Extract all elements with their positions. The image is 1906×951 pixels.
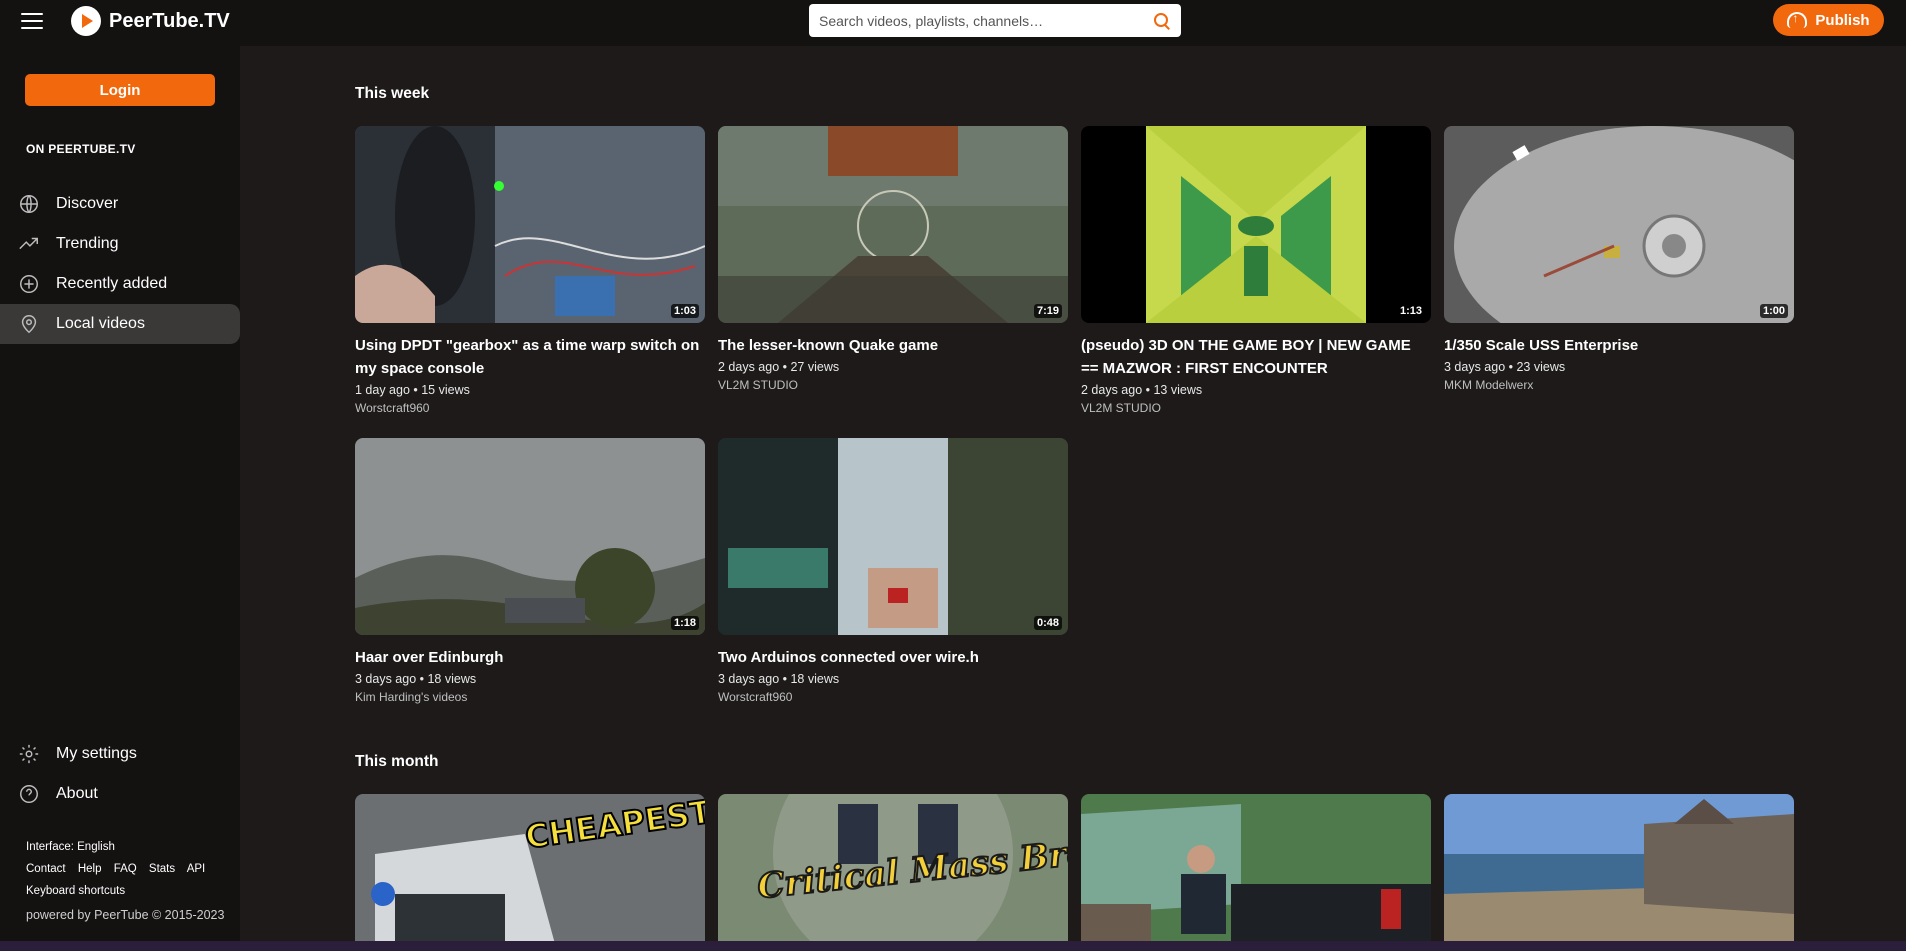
video-channel[interactable]: VL2M STUDIO xyxy=(1081,401,1431,415)
video-thumbnail[interactable]: 7:19 xyxy=(718,126,1068,323)
video-channel[interactable]: Worstcraft960 xyxy=(718,690,1068,704)
section-title-this-week: This week xyxy=(355,85,430,102)
sidebar-item-label: About xyxy=(56,785,98,802)
video-thumbnail[interactable]: 1:00 xyxy=(1444,126,1794,323)
site-name: PeerTube.TV xyxy=(109,9,230,32)
video-thumbnail[interactable]: CHEAPEST HOME BACKUP? xyxy=(355,794,705,941)
video-meta: 2 days ago • 27 views xyxy=(718,360,840,374)
video-duration: 1:13 xyxy=(1396,304,1425,318)
publish-button[interactable]: Publish xyxy=(1773,4,1884,36)
menu-icon[interactable] xyxy=(21,13,43,31)
footer-link-faq[interactable]: FAQ xyxy=(114,863,137,875)
video-card: 0:48 Two Arduinos connected over wire.h … xyxy=(718,438,1068,704)
video-thumbnail[interactable]: 1:03 xyxy=(355,126,705,323)
sidebar-item-recently-added[interactable]: Recently added xyxy=(0,264,240,304)
sidebar-footer: Interface: English Contact Help FAQ Stat… xyxy=(26,836,224,926)
sidebar-item-trending[interactable]: Trending xyxy=(0,224,240,264)
video-duration: 1:03 xyxy=(670,304,699,318)
section-title-this-month: This month xyxy=(355,753,439,770)
video-title[interactable]: Haar over Edinburgh xyxy=(355,646,705,669)
video-thumbnail[interactable]: 0:48 xyxy=(718,438,1068,635)
video-thumbnail[interactable]: 1:18 xyxy=(355,438,705,635)
video-card: 1:18 Haar over Edinburgh 3 days ago • 18… xyxy=(355,438,705,704)
search-box xyxy=(809,4,1181,37)
video-channel[interactable]: MKM Modelwerx xyxy=(1444,378,1794,392)
video-thumbnail[interactable] xyxy=(1444,794,1794,941)
video-thumbnail[interactable]: 1:13 xyxy=(1081,126,1431,323)
globe-icon xyxy=(18,193,40,215)
footer-link-api[interactable]: API xyxy=(187,863,206,875)
video-duration: 0:48 xyxy=(1033,616,1062,630)
footer-link-stats[interactable]: Stats xyxy=(149,863,175,875)
video-card: 1:13 (pseudo) 3D ON THE GAME BOY | NEW G… xyxy=(1081,126,1431,415)
login-button[interactable]: Login xyxy=(25,74,215,106)
video-meta: 3 days ago • 23 views xyxy=(1444,360,1566,374)
sidebar-item-my-settings[interactable]: My settings xyxy=(0,734,240,774)
video-card: 7:19 The lesser-known Quake game 2 days … xyxy=(718,126,1068,392)
video-thumbnail[interactable] xyxy=(1081,794,1431,941)
sidebar: Login ON PEERTUBE.TV Discover Trending R… xyxy=(0,46,240,941)
keyboard-shortcuts-link[interactable]: Keyboard shortcuts xyxy=(26,880,224,902)
video-channel[interactable]: VL2M STUDIO xyxy=(718,378,1068,392)
video-duration: 1:18 xyxy=(670,616,699,630)
video-title[interactable]: The lesser-known Quake game xyxy=(718,334,1068,357)
interface-language[interactable]: Interface: English xyxy=(26,836,224,858)
video-channel[interactable]: Worstcraft960 xyxy=(355,401,705,415)
footer-link-help[interactable]: Help xyxy=(78,863,102,875)
video-card: 1:00 1/350 Scale USS Enterprise 3 days a… xyxy=(1444,126,1794,392)
sidebar-item-local-videos[interactable]: Local videos xyxy=(0,304,240,344)
peertube-logo-icon xyxy=(71,6,101,36)
video-title[interactable]: Two Arduinos connected over wire.h xyxy=(718,646,1068,669)
sidebar-item-discover[interactable]: Discover xyxy=(0,184,240,224)
sidebar-section-heading: ON PEERTUBE.TV xyxy=(26,142,136,156)
video-card: Critical Mass Bremen xyxy=(718,794,1068,941)
video-card xyxy=(1081,794,1431,941)
os-taskbar xyxy=(0,941,1906,951)
powered-by: powered by PeerTube © 2015-2023 xyxy=(26,908,225,922)
video-card: CHEAPEST HOME BACKUP? xyxy=(355,794,705,941)
video-title[interactable]: Using DPDT "gearbox" as a time warp swit… xyxy=(355,334,705,380)
video-meta: 3 days ago • 18 views xyxy=(718,672,840,686)
publish-label: Publish xyxy=(1815,11,1870,29)
video-card: 1:03 Using DPDT "gearbox" as a time warp… xyxy=(355,126,705,415)
video-channel[interactable]: Kim Harding's videos xyxy=(355,690,705,704)
footer-link-contact[interactable]: Contact xyxy=(26,863,66,875)
gear-icon xyxy=(18,743,40,765)
sidebar-item-about[interactable]: About xyxy=(0,774,240,814)
video-title[interactable]: 1/350 Scale USS Enterprise xyxy=(1444,334,1794,357)
video-title[interactable]: (pseudo) 3D ON THE GAME BOY | NEW GAME =… xyxy=(1081,334,1431,380)
video-meta: 2 days ago • 13 views xyxy=(1081,383,1203,397)
location-pin-icon xyxy=(18,313,40,335)
video-duration: 7:19 xyxy=(1033,304,1062,318)
video-meta: 1 day ago • 15 views xyxy=(355,383,470,397)
sidebar-item-label: Trending xyxy=(56,235,119,252)
search-input[interactable] xyxy=(819,12,1153,29)
plus-circle-icon xyxy=(18,273,40,295)
video-card xyxy=(1444,794,1794,941)
main-content: This week 1:03 Using DPDT "gearbox" as a… xyxy=(240,46,1906,941)
sidebar-item-label: Discover xyxy=(56,195,119,212)
video-meta: 3 days ago • 18 views xyxy=(355,672,477,686)
sidebar-item-label: Recently added xyxy=(56,275,168,292)
help-icon xyxy=(18,783,40,805)
video-duration: 1:00 xyxy=(1759,304,1788,318)
sidebar-item-label: My settings xyxy=(56,745,137,762)
top-bar: PeerTube.TV Publish xyxy=(0,0,1906,46)
footer-links-row: Contact Help FAQ Stats API xyxy=(26,858,224,880)
search-icon[interactable] xyxy=(1153,12,1171,30)
video-thumbnail[interactable]: Critical Mass Bremen xyxy=(718,794,1068,941)
upload-cloud-icon xyxy=(1787,11,1808,28)
site-logo[interactable]: PeerTube.TV xyxy=(71,5,230,37)
sidebar-item-label: Local videos xyxy=(56,315,145,332)
trending-icon xyxy=(18,233,40,255)
